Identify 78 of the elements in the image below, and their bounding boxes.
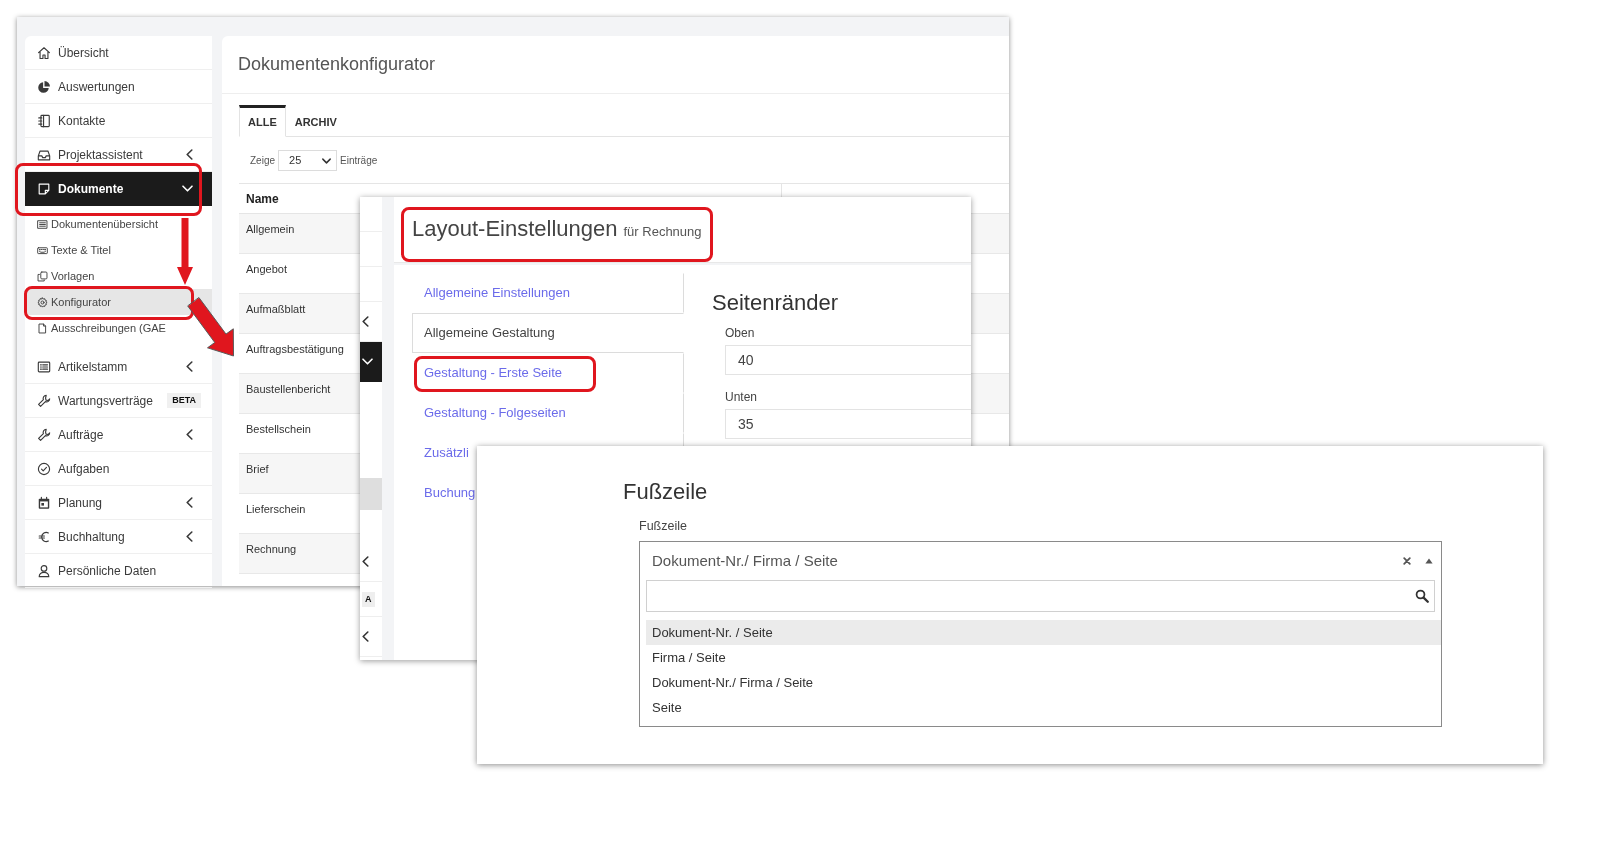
file-icon: [37, 322, 48, 334]
nav-tab[interactable]: Gestaltung - Erste Seite: [412, 353, 684, 393]
check-circle-icon: [37, 461, 51, 476]
sidebar-item[interactable]: Aufträge: [37, 427, 201, 442]
document-link[interactable]: Bestellschein: [246, 423, 311, 435]
input-field[interactable]: 35: [725, 409, 971, 439]
field-label: Fußzeile: [639, 519, 687, 533]
nav-tab[interactable]: Allgemeine Einstellungen: [412, 273, 684, 313]
pie-chart-icon: [37, 79, 51, 94]
document-link[interactable]: Angebot: [246, 263, 287, 275]
list-icon: [37, 359, 51, 374]
sidebar-subitem[interactable]: Dokumentenübersicht: [37, 217, 158, 231]
pointer-arrow: [187, 297, 235, 357]
sidebar-item[interactable]: Artikelstamm: [37, 359, 201, 374]
sidebar-item[interactable]: Auswertungen: [37, 79, 201, 94]
status-badge: BETA: [167, 393, 201, 408]
select-dropdown[interactable]: Dokument-Nr./ Firma / Seite Dokument-Nr. / Seite Firma / Seite Dokument-Nr./ Firma / Seite Seite: [639, 541, 1442, 727]
field-label: Unten: [725, 390, 758, 404]
house-icon: [37, 45, 51, 60]
document-link[interactable]: Baustellenbericht: [246, 383, 331, 395]
selected-value[interactable]: Dokument-Nr./ Firma / Seite: [640, 542, 1441, 580]
chevron-down-icon: [322, 157, 331, 164]
down-arrow: [177, 218, 193, 285]
sidebar-item[interactable]: Buchhaltung: [37, 529, 201, 544]
field-label: Oben: [725, 326, 755, 340]
sidebar-item[interactable]: Übersicht: [37, 45, 201, 60]
document-link[interactable]: Allgemein: [246, 223, 295, 235]
document-link[interactable]: Lieferschein: [246, 503, 306, 515]
sidebar-subitem[interactable]: Konfigurator: [37, 295, 111, 309]
input-field[interactable]: 40: [725, 345, 971, 375]
gear-icon: [37, 296, 48, 308]
sidebar-item[interactable]: Planung: [37, 495, 201, 510]
document-link[interactable]: Brief: [246, 463, 269, 475]
section-title: Fußzeile: [623, 479, 708, 505]
dropdown-option[interactable]: Dokument-Nr. / Seite: [646, 620, 1441, 645]
page-size-select[interactable]: 25: [278, 150, 337, 171]
document-link[interactable]: Aufmaßblatt: [246, 303, 306, 315]
contact-book-icon: [37, 113, 51, 128]
sidebar-subitem[interactable]: Texte & Titel: [37, 243, 111, 257]
nav-tab[interactable]: Allgemeine Gestaltung: [412, 313, 684, 353]
search-field[interactable]: [646, 580, 1435, 612]
sidebar-subitem[interactable]: Ausschreibungen (GAE: [37, 321, 166, 335]
page-title: Dokumentenkonfigurator: [238, 53, 436, 76]
copy-icon: [37, 270, 48, 282]
document-link[interactable]: Rechnung: [246, 543, 297, 555]
length-label: Einträge: [340, 154, 378, 168]
window-title: Layout-Einstellungen: [412, 215, 618, 243]
status-badge: A: [362, 591, 375, 607]
document-link[interactable]: Auftragsbestätigung: [246, 343, 344, 355]
wrench-icon: [37, 393, 51, 408]
sidebar-item[interactable]: Dokumente: [37, 181, 201, 196]
sidebar-item[interactable]: Persönliche Daten: [37, 563, 201, 578]
dropdown-option[interactable]: Seite: [646, 695, 1441, 720]
tray-icon: [37, 147, 51, 162]
keyboard-icon: [37, 244, 48, 256]
window-subtitle: für Rechnung: [623, 223, 702, 241]
tab[interactable]: ARCHIV: [285, 105, 346, 137]
sidebar-item[interactable]: Kontakte: [37, 113, 201, 128]
sidebar-item[interactable]: A: [360, 582, 382, 617]
dropdown-option[interactable]: Firma / Seite: [646, 645, 1441, 670]
sidebar-item[interactable]: Wartungsverträge BETA: [37, 393, 201, 408]
sidebar-item[interactable]: Aufgaben: [37, 461, 201, 476]
dropdown-option[interactable]: Dokument-Nr./ Firma / Seite: [646, 670, 1441, 695]
note-icon: [37, 181, 51, 196]
sidebar-subitem[interactable]: Vorlagen: [37, 269, 95, 283]
clear-icon: [1403, 557, 1411, 565]
tab[interactable]: ALLE: [239, 105, 286, 137]
person-icon: [37, 563, 51, 578]
euro-icon: [37, 529, 51, 544]
list-icon: [37, 218, 48, 230]
sidebar-item[interactable]: Projektassistent: [37, 147, 201, 162]
wrench-icon: [37, 427, 51, 442]
search-icon: [1415, 589, 1429, 603]
calendar-icon: [37, 495, 51, 510]
section-title: Seitenränder: [712, 290, 838, 316]
nav-tab[interactable]: Gestaltung - Folgeseiten: [412, 393, 684, 433]
length-label: Zeige: [250, 154, 275, 168]
sidebar-item[interactable]: [360, 342, 382, 382]
